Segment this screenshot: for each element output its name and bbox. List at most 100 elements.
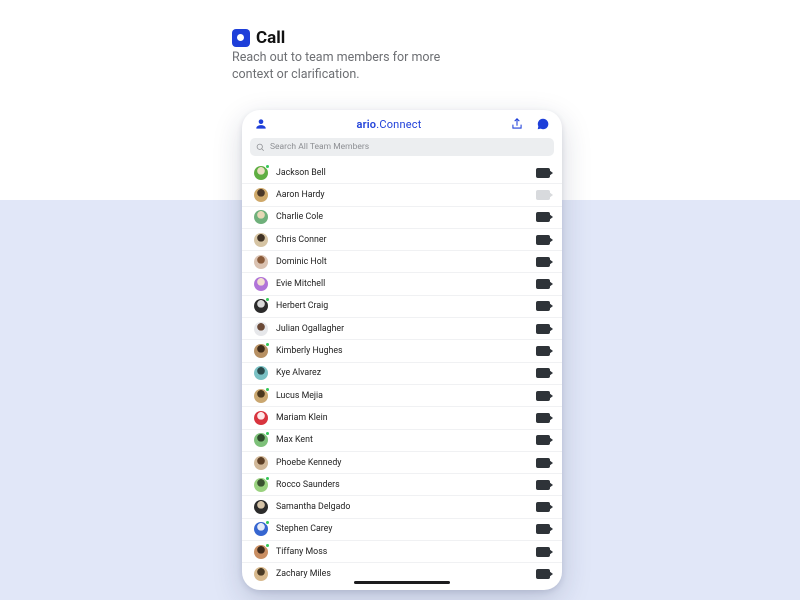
- video-call-button[interactable]: [536, 168, 550, 178]
- member-row[interactable]: Kye Alvarez: [242, 363, 562, 385]
- member-row[interactable]: Julian Ogallagher: [242, 318, 562, 340]
- avatar: [254, 411, 268, 425]
- video-call-button[interactable]: [536, 524, 550, 534]
- app-brand: ario.Connect: [356, 118, 421, 131]
- member-name: Samantha Delgado: [276, 502, 536, 512]
- member-row[interactable]: Chris Conner: [242, 229, 562, 251]
- video-call-button[interactable]: [536, 368, 550, 378]
- member-name: Max Kent: [276, 435, 536, 445]
- member-name: Zachary Miles: [276, 569, 536, 579]
- avatar: [254, 233, 268, 247]
- search-input[interactable]: Search All Team Members: [250, 138, 554, 156]
- video-call-button: [536, 190, 550, 200]
- presence-indicator: [265, 431, 270, 436]
- avatar: [254, 188, 268, 202]
- avatar: [254, 456, 268, 470]
- headline-title: Call: [256, 28, 285, 48]
- app-topbar: ario.Connect: [242, 110, 562, 138]
- member-name: Jackson Bell: [276, 168, 536, 178]
- search-icon: [256, 143, 265, 152]
- avatar: [254, 545, 268, 559]
- avatar: [254, 322, 268, 336]
- avatar: [254, 478, 268, 492]
- member-name: Phoebe Kennedy: [276, 458, 536, 468]
- avatar: [254, 210, 268, 224]
- member-name: Chris Conner: [276, 235, 536, 245]
- headline: Call: [232, 28, 285, 48]
- member-name: Lucus Mejia: [276, 391, 536, 401]
- presence-indicator: [265, 543, 270, 548]
- member-name: Dominic Holt: [276, 257, 536, 267]
- member-name: Stephen Carey: [276, 524, 536, 534]
- presence-indicator: [265, 297, 270, 302]
- avatar: [254, 166, 268, 180]
- profile-icon[interactable]: [254, 117, 268, 131]
- member-name: Kimberly Hughes: [276, 346, 536, 356]
- video-call-button[interactable]: [536, 212, 550, 222]
- presence-indicator: [265, 520, 270, 525]
- video-call-button[interactable]: [536, 257, 550, 267]
- video-call-button[interactable]: [536, 346, 550, 356]
- member-name: Evie Mitchell: [276, 279, 536, 289]
- video-call-button[interactable]: [536, 547, 550, 557]
- video-call-button[interactable]: [536, 301, 550, 311]
- avatar: [254, 500, 268, 514]
- share-icon[interactable]: [510, 117, 524, 131]
- member-row[interactable]: Rocco Saunders: [242, 474, 562, 496]
- video-call-button[interactable]: [536, 569, 550, 579]
- member-name: Mariam Klein: [276, 413, 536, 423]
- member-row[interactable]: Lucus Mejia: [242, 385, 562, 407]
- device-frame: ario.Connect Search All Team Members Jac…: [242, 110, 562, 590]
- brand-primary: ario: [356, 118, 376, 131]
- member-name: Herbert Craig: [276, 301, 536, 311]
- member-row[interactable]: Herbert Craig: [242, 296, 562, 318]
- member-row[interactable]: Evie Mitchell: [242, 273, 562, 295]
- member-row[interactable]: Charlie Cole: [242, 207, 562, 229]
- video-call-button[interactable]: [536, 435, 550, 445]
- video-call-button[interactable]: [536, 480, 550, 490]
- member-row[interactable]: Stephen Carey: [242, 519, 562, 541]
- presence-indicator: [265, 387, 270, 392]
- member-row[interactable]: Phoebe Kennedy: [242, 452, 562, 474]
- video-call-button[interactable]: [536, 502, 550, 512]
- member-row[interactable]: Aaron Hardy: [242, 184, 562, 206]
- home-indicator: [354, 581, 450, 584]
- member-row[interactable]: Jackson Bell: [242, 162, 562, 184]
- app-logo-icon: [232, 29, 250, 47]
- member-row[interactable]: Tiffany Moss: [242, 541, 562, 563]
- video-call-button[interactable]: [536, 391, 550, 401]
- member-name: Aaron Hardy: [276, 190, 536, 200]
- brand-secondary: .Connect: [376, 118, 421, 131]
- member-name: Tiffany Moss: [276, 547, 536, 557]
- member-row[interactable]: Kimberly Hughes: [242, 340, 562, 362]
- member-name: Julian Ogallagher: [276, 324, 536, 334]
- avatar: [254, 522, 268, 536]
- member-row[interactable]: Max Kent: [242, 430, 562, 452]
- member-name: Kye Alvarez: [276, 368, 536, 378]
- member-name: Rocco Saunders: [276, 480, 536, 490]
- presence-indicator: [265, 164, 270, 169]
- avatar: [254, 433, 268, 447]
- avatar: [254, 255, 268, 269]
- headline-subtitle: Reach out to team members for more conte…: [232, 50, 462, 84]
- avatar: [254, 277, 268, 291]
- video-call-button[interactable]: [536, 279, 550, 289]
- search-placeholder: Search All Team Members: [270, 142, 369, 152]
- presence-indicator: [265, 476, 270, 481]
- member-row[interactable]: Mariam Klein: [242, 407, 562, 429]
- avatar: [254, 299, 268, 313]
- avatar: [254, 344, 268, 358]
- video-call-button[interactable]: [536, 413, 550, 423]
- avatar: [254, 366, 268, 380]
- presence-indicator: [265, 342, 270, 347]
- avatar: [254, 389, 268, 403]
- video-call-button[interactable]: [536, 458, 550, 468]
- member-list: Jackson Bell Aaron Hardy Charlie Cole Chris…: [242, 162, 562, 590]
- member-row[interactable]: Dominic Holt: [242, 251, 562, 273]
- avatar: [254, 567, 268, 581]
- video-call-button[interactable]: [536, 235, 550, 245]
- video-call-button[interactable]: [536, 324, 550, 334]
- chat-icon[interactable]: [536, 117, 550, 131]
- member-name: Charlie Cole: [276, 212, 536, 222]
- member-row[interactable]: Samantha Delgado: [242, 496, 562, 518]
